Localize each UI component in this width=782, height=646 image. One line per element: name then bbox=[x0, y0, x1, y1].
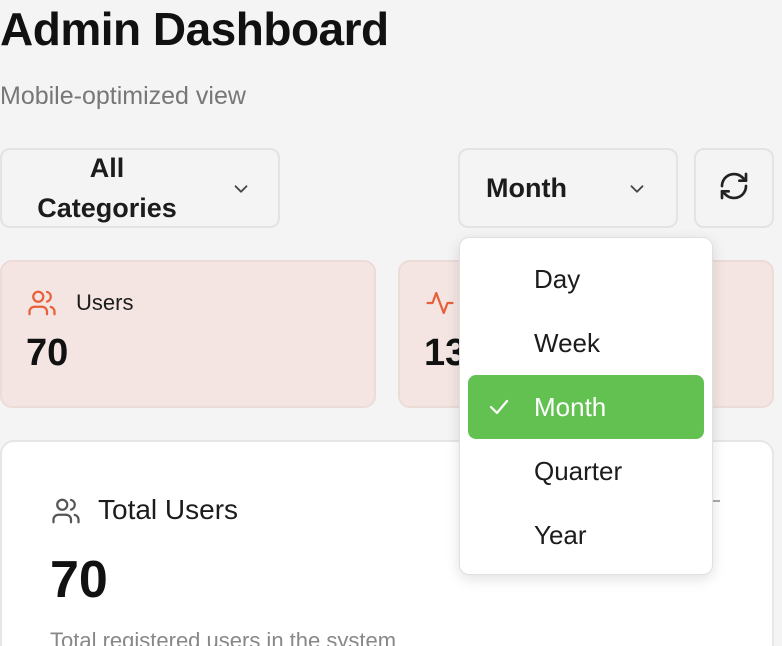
chevron-down-icon bbox=[626, 178, 648, 205]
period-option-month[interactable]: Month bbox=[468, 375, 704, 439]
refresh-icon bbox=[718, 170, 750, 207]
stat-card-users[interactable]: Users 70 bbox=[0, 260, 376, 408]
stat-label: Users bbox=[76, 290, 134, 315]
dashboard-page: Admin Dashboard Mobile-optimized view Al… bbox=[0, 0, 782, 646]
stat-value: 70 bbox=[26, 332, 69, 374]
period-option-day[interactable]: Day bbox=[468, 247, 704, 311]
period-option-week[interactable]: Week bbox=[468, 311, 704, 375]
period-option-quarter[interactable]: Quarter bbox=[468, 439, 704, 503]
period-select-value: Month bbox=[486, 173, 567, 203]
period-dropdown-menu: Day Week Month Quarter Year bbox=[459, 237, 713, 575]
users-icon bbox=[50, 496, 82, 531]
period-option-year[interactable]: Year bbox=[468, 503, 704, 567]
activity-icon bbox=[424, 288, 456, 323]
category-select[interactable]: All Categories bbox=[0, 148, 280, 228]
page-subtitle: Mobile-optimized view bbox=[0, 82, 246, 110]
card-title: Total Users bbox=[98, 494, 239, 525]
card-description: Total registered users in the system bbox=[50, 628, 397, 646]
category-select-value: All Categories bbox=[37, 153, 177, 223]
period-select[interactable]: Month bbox=[458, 148, 678, 228]
chevron-down-icon bbox=[230, 178, 252, 205]
page-title: Admin Dashboard bbox=[0, 3, 389, 55]
refresh-button[interactable] bbox=[694, 148, 774, 228]
check-icon bbox=[486, 395, 512, 424]
card-value: 70 bbox=[50, 551, 108, 609]
users-icon bbox=[26, 288, 58, 323]
